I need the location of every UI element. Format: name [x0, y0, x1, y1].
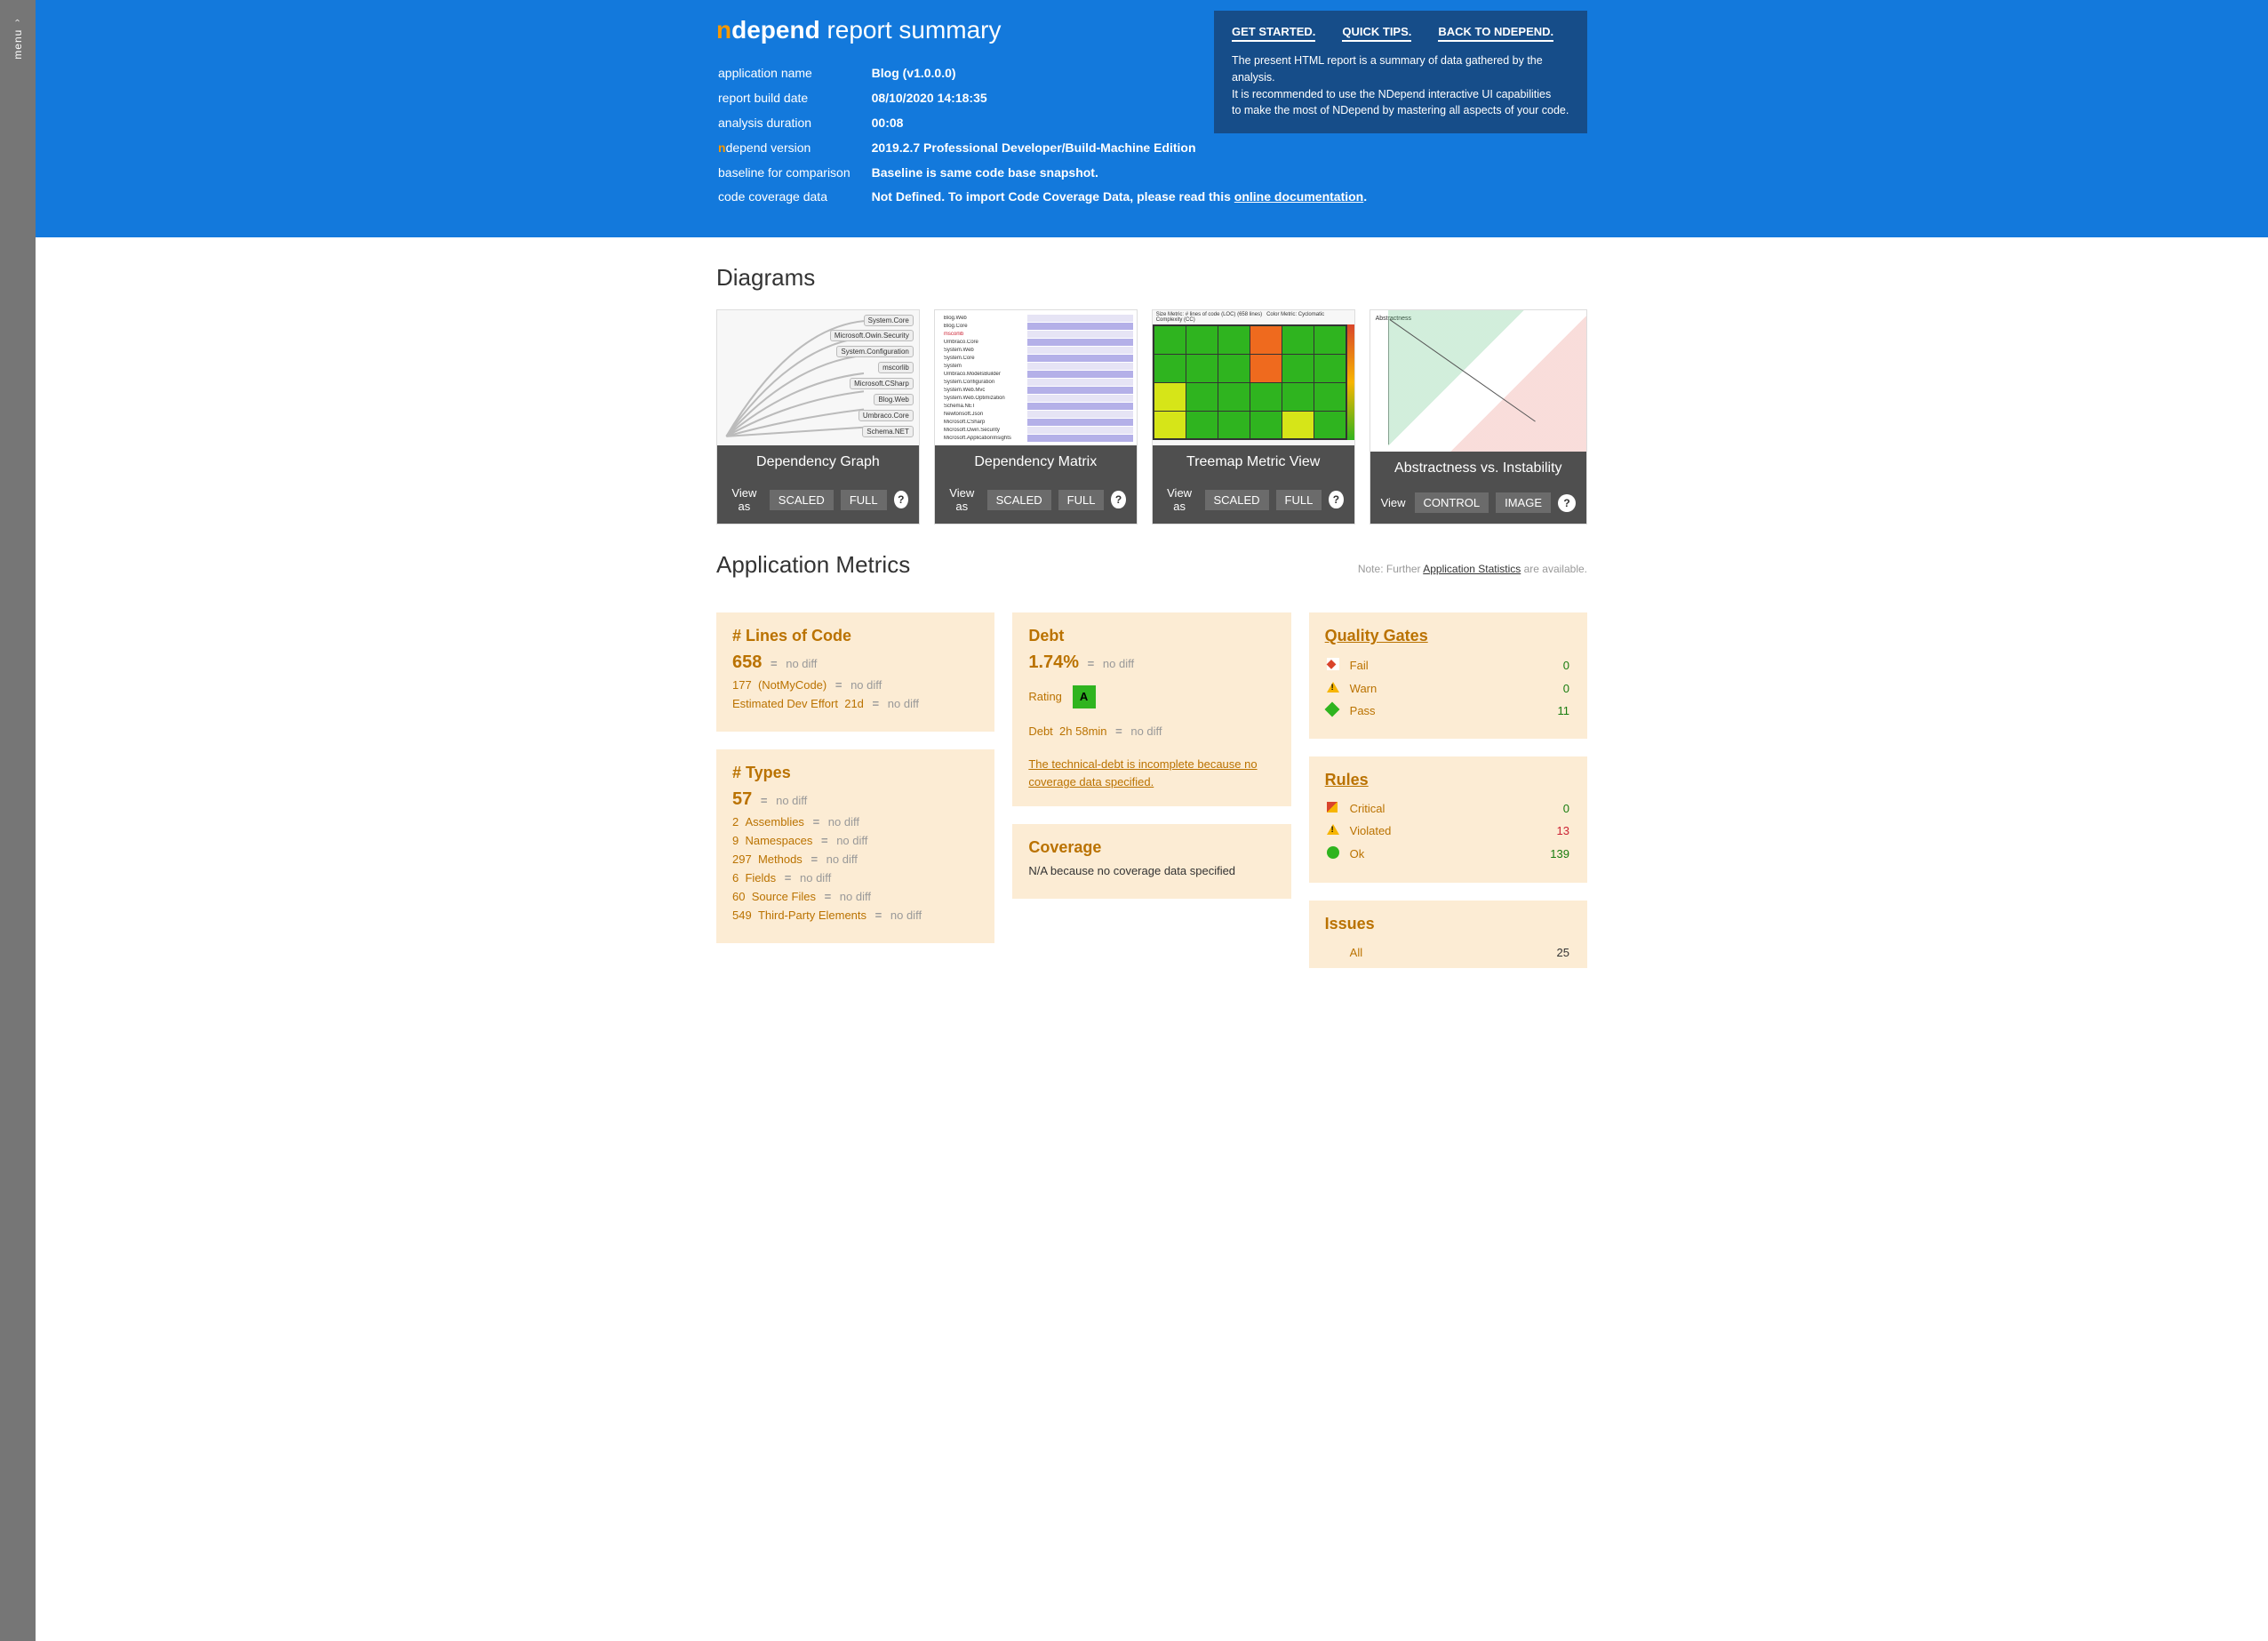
header: GET STARTED. QUICK TIPS. BACK TO NDEPEND… — [36, 0, 2268, 237]
critical-icon — [1327, 802, 1338, 812]
types-row: 549 Third-Party Elements = no diff — [732, 909, 978, 922]
warn-icon — [1327, 682, 1339, 692]
depgraph-thumb[interactable]: System.Core Microsoft.Owin.Security Syst… — [717, 310, 919, 445]
tips-box: GET STARTED. QUICK TIPS. BACK TO NDEPEND… — [1214, 11, 1587, 133]
tips-line1: The present HTML report is a summary of … — [1232, 52, 1569, 86]
types-value: 57 — [732, 789, 752, 809]
loc-value: 658 — [732, 652, 762, 672]
panel-coverage: Coverage N/A because no coverage data sp… — [1012, 824, 1290, 899]
types-row: 297 Methods = no diff — [732, 853, 978, 866]
coverage-doc-link[interactable]: online documentation — [1234, 189, 1363, 204]
diagrams-row: System.Core Microsoft.Owin.Security Syst… — [716, 309, 1587, 524]
metrics-note: Note: Further Application Statistics are… — [1358, 563, 1587, 575]
debt-note-link[interactable]: The technical-debt is incomplete because… — [1028, 756, 1274, 790]
tips-link-getstarted[interactable]: GET STARTED. — [1232, 25, 1315, 42]
types-row: 60 Source Files = no diff — [732, 890, 978, 903]
coverage-data: Not Defined. To import Code Coverage Dat… — [872, 186, 1368, 209]
pass-icon — [1324, 702, 1339, 717]
stat-row: Pass11 — [1327, 700, 1569, 721]
debt-rating-badge: A — [1073, 685, 1096, 708]
ndepend-version: 2019.2.7 Professional Developer/Build-Ma… — [872, 137, 1368, 160]
panel-debt: Debt 1.74% = no diff Rating A Debt 2h 58… — [1012, 612, 1290, 806]
stat-row: Ok139 — [1327, 843, 1569, 865]
depmatrix-thumb[interactable]: Blog.Web Blog.Core mscorlib Umbraco.Core… — [935, 310, 1137, 445]
abstractness-control-button[interactable]: CONTROL — [1415, 492, 1489, 513]
chevron-right-icon: › — [12, 18, 22, 21]
quality-gates-link[interactable]: Quality Gates — [1325, 627, 1428, 644]
tips-link-back[interactable]: BACK TO NDEPEND. — [1438, 25, 1553, 42]
ok-icon — [1327, 846, 1339, 859]
menu-label: menu — [12, 29, 24, 60]
menu-strip[interactable]: menu › — [0, 0, 36, 1641]
rules-link[interactable]: Rules — [1325, 771, 1369, 788]
debt-value: 1.74% — [1028, 652, 1079, 672]
tips-line3: to make the most of NDepend by mastering… — [1232, 102, 1569, 119]
panel-rules: Rules Critical0Violated13Ok139 — [1309, 756, 1587, 883]
panel-loc: # Lines of Code 658 = no diff 177 (NotMy… — [716, 612, 994, 732]
treemap-scaled-button[interactable]: SCALED — [1205, 490, 1269, 510]
section-diagrams: Diagrams — [716, 264, 1587, 292]
panel-issues: Issues All25 — [1309, 901, 1587, 968]
panel-types: # Types 57 = no diff 2 Assemblies = no d… — [716, 749, 994, 943]
types-row: 6 Fields = no diff — [732, 871, 978, 885]
tips-line2: It is recommended to use the NDepend int… — [1232, 86, 1569, 103]
help-icon[interactable]: ? — [894, 491, 908, 508]
treemap-full-button[interactable]: FULL — [1276, 490, 1322, 510]
abstractness-image-button[interactable]: IMAGE — [1496, 492, 1551, 513]
app-stats-link[interactable]: Application Statistics — [1423, 563, 1521, 575]
diagram-card-treemap: Size Metric: # lines of code (LOC) (658 … — [1152, 309, 1355, 524]
depmatrix-full-button[interactable]: FULL — [1058, 490, 1105, 510]
stat-row: Violated13 — [1327, 820, 1569, 841]
diagram-card-depmatrix: Blog.Web Blog.Core mscorlib Umbraco.Core… — [934, 309, 1138, 524]
depgraph-scaled-button[interactable]: SCALED — [770, 490, 834, 510]
baseline: Baseline is same code base snapshot. — [872, 162, 1368, 185]
types-row: 2 Assemblies = no diff — [732, 815, 978, 829]
stat-row: All25 — [1327, 942, 1569, 963]
treemap-thumb[interactable]: Size Metric: # lines of code (LOC) (658 … — [1153, 310, 1354, 445]
panel-quality-gates: Quality Gates Fail0Warn0Pass11 — [1309, 612, 1587, 739]
abstractness-thumb[interactable]: Abstractness — [1370, 310, 1586, 452]
diagram-card-depgraph: System.Core Microsoft.Owin.Security Syst… — [716, 309, 920, 524]
stat-row: Warn0 — [1327, 678, 1569, 699]
stat-row: Fail0 — [1327, 654, 1569, 676]
fail-icon — [1327, 658, 1339, 670]
tips-link-quicktips[interactable]: QUICK TIPS. — [1342, 25, 1411, 42]
help-icon[interactable]: ? — [1558, 494, 1576, 512]
section-metrics: Application Metrics — [716, 551, 910, 579]
help-icon[interactable]: ? — [1111, 491, 1125, 508]
depgraph-full-button[interactable]: FULL — [841, 490, 887, 510]
warn-icon — [1327, 824, 1339, 835]
help-icon[interactable]: ? — [1329, 491, 1343, 508]
depmatrix-scaled-button[interactable]: SCALED — [987, 490, 1051, 510]
stat-row: Critical0 — [1327, 798, 1569, 819]
types-row: 9 Namespaces = no diff — [732, 834, 978, 847]
diagram-card-abstractness: Abstractness Abstractness vs. Instabilit… — [1370, 309, 1587, 524]
